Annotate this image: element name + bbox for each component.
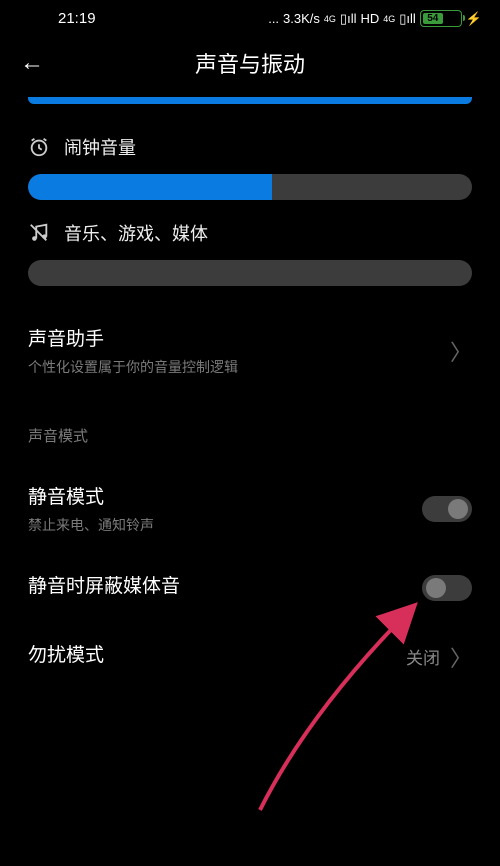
mute-media-toggle[interactable] (422, 575, 472, 601)
chevron-right-icon: 〉 (450, 335, 472, 367)
chevron-right-icon: 〉 (450, 641, 472, 673)
dnd-title: 勿扰模式 (28, 640, 406, 667)
header: ← 声音与振动 (0, 33, 500, 97)
status-hd: HD (360, 11, 379, 26)
toggle-knob (426, 578, 446, 598)
mute-media-row: 静音时屏蔽媒体音 (0, 553, 500, 622)
page-title: 声音与振动 (195, 47, 305, 79)
silent-mode-toggle[interactable] (422, 496, 472, 522)
media-volume-slider[interactable] (28, 260, 472, 286)
battery-percent: 54 (423, 13, 443, 24)
status-right: ... 3.3K/s 4G ▯ıll HD 4G ▯ıll 54 ⚡ (268, 10, 482, 27)
dnd-row[interactable]: 勿扰模式 关闭 〉 (0, 622, 500, 691)
silent-mode-subtitle: 禁止来电、通知铃声 (28, 515, 422, 535)
media-volume-section: 音乐、游戏、媒体 (0, 220, 500, 286)
alarm-volume-slider[interactable] (28, 174, 472, 200)
status-bar: 21:19 ... 3.3K/s 4G ▯ıll HD 4G ▯ıll 54 ⚡ (0, 0, 500, 33)
status-net2: 4G (383, 14, 395, 24)
partial-slider-remnant[interactable] (28, 97, 472, 104)
status-speed: 3.3K/s (283, 11, 320, 26)
status-time: 21:19 (18, 10, 96, 27)
media-volume-label: 音乐、游戏、媒体 (64, 220, 208, 246)
status-signal2: ▯ıll (399, 11, 416, 27)
charging-icon: ⚡ (466, 11, 482, 27)
silent-mode-title: 静音模式 (28, 482, 422, 509)
sound-assistant-title: 声音助手 (28, 324, 450, 351)
status-signal1: ▯ıll (340, 11, 357, 27)
mute-media-title: 静音时屏蔽媒体音 (28, 571, 422, 598)
sound-mode-category: 声音模式 (0, 395, 500, 464)
status-dots: ... (268, 11, 279, 26)
alarm-volume-label: 闹钟音量 (64, 134, 136, 160)
toggle-knob (448, 499, 468, 519)
alarm-volume-section: 闹钟音量 (0, 134, 500, 200)
music-icon (28, 222, 50, 244)
dnd-value: 关闭 (406, 644, 440, 669)
back-button[interactable]: ← (20, 49, 44, 77)
silent-mode-row: 静音模式 禁止来电、通知铃声 (0, 464, 500, 553)
sound-assistant-subtitle: 个性化设置属于你的音量控制逻辑 (28, 357, 450, 377)
battery-icon: 54 (420, 10, 462, 27)
sound-assistant-row[interactable]: 声音助手 个性化设置属于你的音量控制逻辑 〉 (0, 306, 500, 395)
alarm-volume-fill (28, 174, 272, 200)
status-net1: 4G (324, 14, 336, 24)
alarm-icon (28, 136, 50, 158)
